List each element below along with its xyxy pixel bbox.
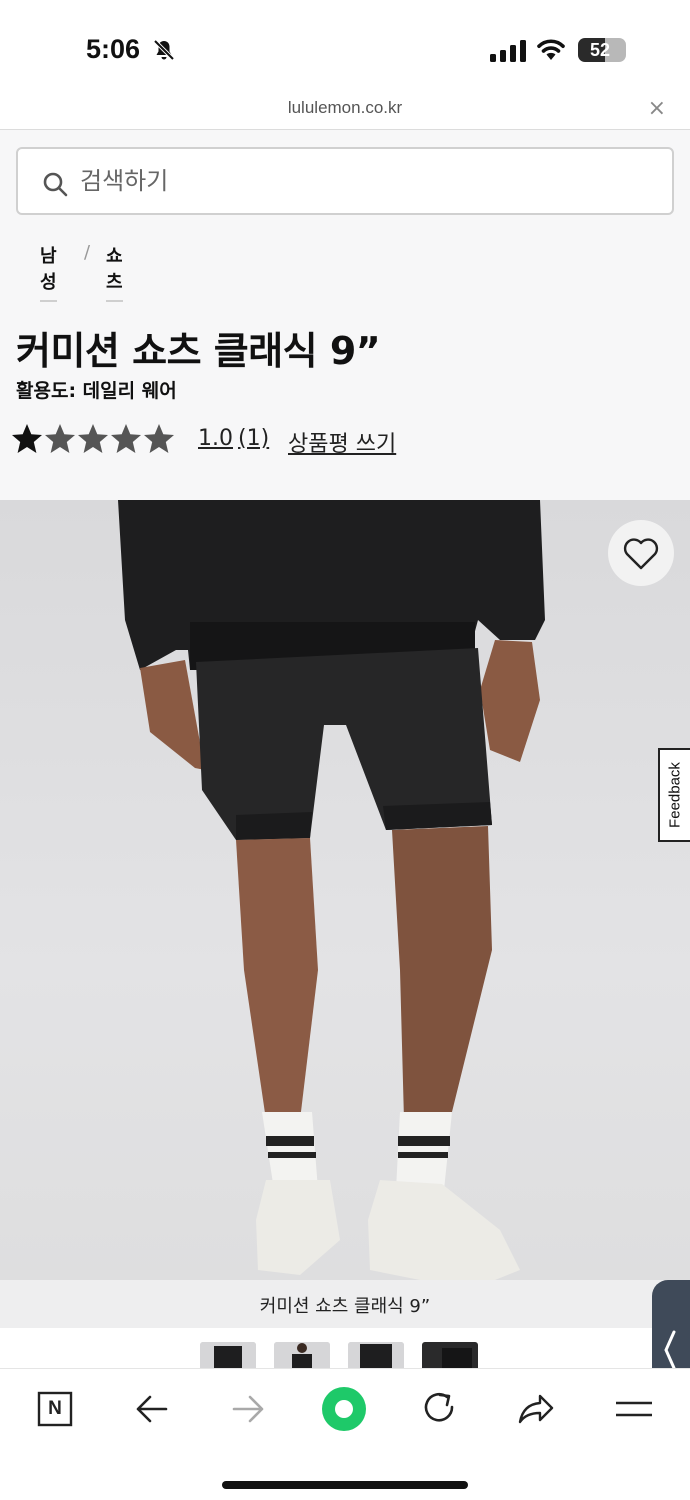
product-activity: 활용도: 데일리 웨어: [16, 380, 177, 402]
cellular-signal-icon: [490, 40, 526, 62]
search-icon: [43, 172, 68, 197]
star-filled-icon: [12, 424, 42, 453]
back-arrow-icon[interactable]: [130, 1387, 174, 1431]
image-caption-bar: 커미션 쇼츠 클래식 9”: [0, 1280, 690, 1328]
naver-n-icon[interactable]: N: [34, 1387, 78, 1431]
battery-indicator: 52: [578, 38, 626, 62]
browser-toolbar: N: [0, 1368, 690, 1500]
status-time: 5:06: [86, 34, 141, 64]
breadcrumb-item-men[interactable]: 남성: [40, 242, 57, 302]
thumbnail-1[interactable]: [200, 1342, 256, 1368]
forward-arrow-icon[interactable]: [226, 1387, 270, 1431]
star-empty-icon: [144, 424, 174, 453]
search-box[interactable]: 검색하기: [16, 147, 674, 215]
product-photo: [118, 500, 545, 1280]
thumbnail-2[interactable]: [274, 1342, 330, 1368]
heart-icon: [623, 538, 659, 570]
favorite-button[interactable]: [608, 520, 674, 586]
thumbnail-4[interactable]: [422, 1342, 478, 1368]
thumbnail-3[interactable]: [348, 1342, 404, 1368]
battery-level: 52: [589, 40, 611, 60]
page-title: 커미션 쇼츠 클래식 9”: [16, 329, 381, 373]
chevron-left-icon: [664, 1330, 676, 1370]
star-empty-icon: [45, 424, 75, 453]
close-icon[interactable]: ×: [648, 96, 666, 121]
breadcrumb-separator: /: [84, 242, 91, 263]
star-empty-icon: [78, 424, 108, 453]
feedback-tab[interactable]: Feedback: [658, 748, 690, 842]
green-dot-icon[interactable]: [322, 1387, 366, 1431]
product-image[interactable]: Feedback: [0, 500, 690, 1280]
star-empty-icon: [111, 424, 141, 453]
thumbnail-strip: [0, 1328, 690, 1368]
breadcrumb-item-shorts[interactable]: 쇼츠: [106, 242, 123, 302]
write-review-link[interactable]: 상품평 쓰기: [288, 426, 396, 458]
search-input[interactable]: 검색하기: [80, 149, 168, 213]
share-icon[interactable]: [514, 1387, 558, 1431]
home-indicator: [222, 1481, 468, 1489]
url-bar[interactable]: lululemon.co.kr ×: [0, 96, 690, 130]
review-count[interactable]: (1): [238, 426, 269, 451]
menu-icon[interactable]: [612, 1387, 656, 1431]
feedback-label: Feedback: [666, 762, 684, 828]
url-text: lululemon.co.kr: [287, 98, 403, 117]
product-page-header: 검색하기 남성 / 쇼츠 커미션 쇼츠 클래식 9” 활용도: 데일리 웨어 1…: [0, 130, 690, 500]
status-bar: 5:06 52: [0, 0, 690, 96]
wifi-icon: [537, 39, 565, 60]
bell-off-icon: [153, 39, 175, 61]
image-caption: 커미션 쇼츠 클래식 9”: [259, 1296, 431, 1317]
reload-icon[interactable]: [418, 1387, 462, 1431]
rating-value[interactable]: 1.0: [198, 426, 233, 451]
naver-n-label: N: [48, 1398, 62, 1419]
